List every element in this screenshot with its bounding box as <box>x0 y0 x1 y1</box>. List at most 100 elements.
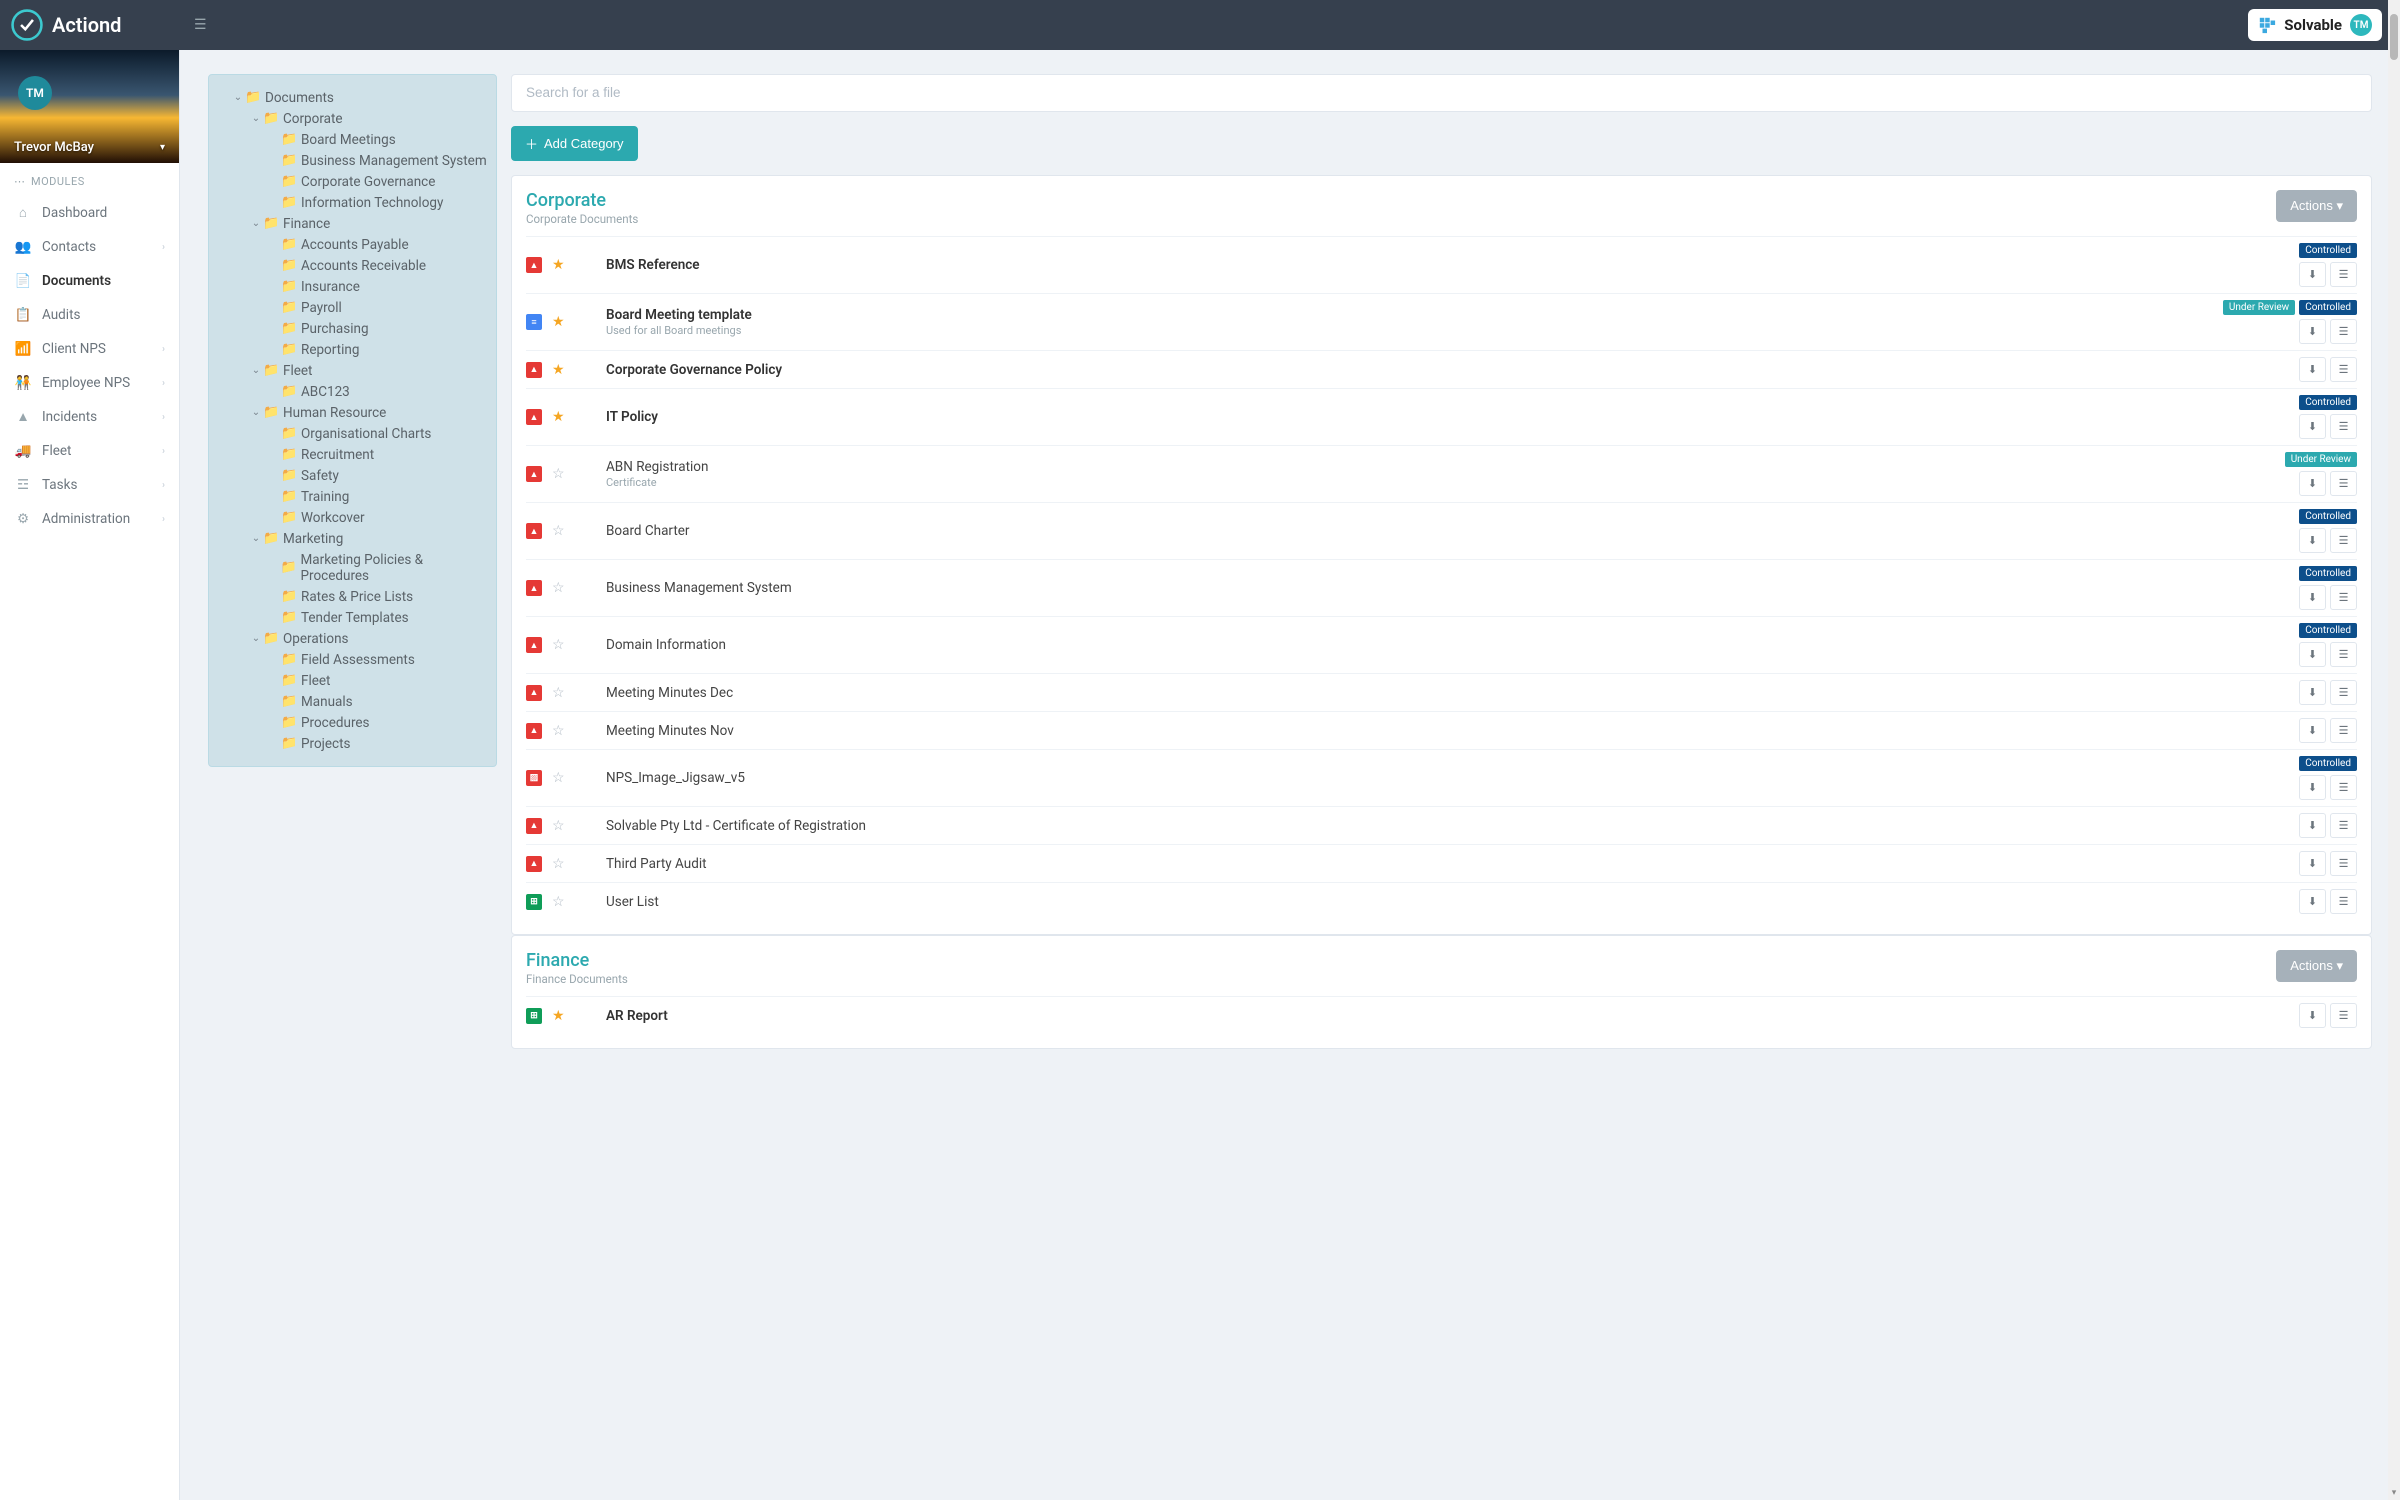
tree-item[interactable]: 📁Manuals <box>213 691 492 712</box>
star-icon[interactable]: ☆ <box>552 894 568 910</box>
tree-item[interactable]: 📁Field Assessments <box>213 649 492 670</box>
download-button[interactable]: ⬇ <box>2299 813 2326 838</box>
star-icon[interactable]: ☆ <box>552 770 568 786</box>
tree-item[interactable]: 📁Corporate Governance <box>213 171 492 192</box>
star-icon[interactable]: ☆ <box>552 523 568 539</box>
download-button[interactable]: ⬇ <box>2299 585 2326 610</box>
doc-name[interactable]: Domain Information <box>606 637 2289 653</box>
tree-item[interactable]: ⌄📁Operations <box>213 628 492 649</box>
doc-name[interactable]: Corporate Governance Policy <box>606 362 2289 378</box>
tree-item[interactable]: ⌄📁Fleet <box>213 360 492 381</box>
doc-name[interactable]: Solvable Pty Ltd - Certificate of Regist… <box>606 818 2289 834</box>
sidebar-item-tasks[interactable]: ☲ Tasks › <box>0 468 179 502</box>
tree-item[interactable]: 📁Business Management System <box>213 150 492 171</box>
details-button[interactable]: ☰ <box>2330 775 2357 800</box>
sidebar-item-fleet[interactable]: 🚚 Fleet › <box>0 434 179 468</box>
sidebar-item-incidents[interactable]: ▲ Incidents › <box>0 400 179 434</box>
details-button[interactable]: ☰ <box>2330 471 2357 496</box>
scrollbar[interactable]: ▾ <box>2388 0 2400 1500</box>
tree-item[interactable]: 📁Training <box>213 486 492 507</box>
sidebar-item-audits[interactable]: 📋 Audits <box>0 298 179 332</box>
doc-name[interactable]: Third Party Audit <box>606 856 2289 872</box>
tree-item[interactable]: 📁Payroll <box>213 297 492 318</box>
doc-name[interactable]: Board Meeting template <box>606 307 2213 323</box>
brand-logo[interactable]: Actiond <box>10 8 180 42</box>
tree-item[interactable]: ⌄📁Marketing <box>213 528 492 549</box>
download-button[interactable]: ⬇ <box>2299 414 2326 439</box>
star-icon[interactable]: ★ <box>552 257 568 273</box>
doc-name[interactable]: IT Policy <box>606 409 2289 425</box>
star-icon[interactable]: ☆ <box>552 637 568 653</box>
details-button[interactable]: ☰ <box>2330 1003 2357 1028</box>
menu-toggle-icon[interactable]: ☰ <box>194 17 207 33</box>
actions-button[interactable]: Actions ▾ <box>2276 190 2357 222</box>
details-button[interactable]: ☰ <box>2330 585 2357 610</box>
tree-item[interactable]: 📁Organisational Charts <box>213 423 492 444</box>
tree-item[interactable]: 📁ABC123 <box>213 381 492 402</box>
download-button[interactable]: ⬇ <box>2299 1003 2326 1028</box>
tree-item[interactable]: 📁Accounts Receivable <box>213 255 492 276</box>
star-icon[interactable]: ★ <box>552 409 568 425</box>
download-button[interactable]: ⬇ <box>2299 775 2326 800</box>
sidebar-item-administration[interactable]: ⚙ Administration › <box>0 502 179 536</box>
sidebar-item-documents[interactable]: 📄 Documents <box>0 264 179 298</box>
star-icon[interactable]: ☆ <box>552 856 568 872</box>
tree-item[interactable]: 📁Projects <box>213 733 492 754</box>
profile-card[interactable]: TM Trevor McBay ▾ <box>0 50 179 163</box>
star-icon[interactable]: ★ <box>552 362 568 378</box>
star-icon[interactable]: ☆ <box>552 723 568 739</box>
tree-item[interactable]: 📁Board Meetings <box>213 129 492 150</box>
sidebar-item-client-nps[interactable]: 📶 Client NPS › <box>0 332 179 366</box>
tree-item[interactable]: 📁Procedures <box>213 712 492 733</box>
doc-name[interactable]: Business Management System <box>606 580 2289 596</box>
star-icon[interactable]: ☆ <box>552 818 568 834</box>
tree-item[interactable]: ⌄📁Corporate <box>213 108 492 129</box>
tree-item[interactable]: ⌄📁Documents <box>213 87 492 108</box>
doc-name[interactable]: ABN Registration <box>606 459 2275 475</box>
doc-name[interactable]: NPS_Image_Jigsaw_v5 <box>606 770 2289 786</box>
tree-item[interactable]: 📁Purchasing <box>213 318 492 339</box>
star-icon[interactable]: ★ <box>552 1008 568 1024</box>
details-button[interactable]: ☰ <box>2330 680 2357 705</box>
category-title[interactable]: Corporate <box>526 190 638 211</box>
download-button[interactable]: ⬇ <box>2299 851 2326 876</box>
download-button[interactable]: ⬇ <box>2299 642 2326 667</box>
tree-item[interactable]: 📁Accounts Payable <box>213 234 492 255</box>
tree-item[interactable]: 📁Information Technology <box>213 192 492 213</box>
tree-item[interactable]: 📁Safety <box>213 465 492 486</box>
download-button[interactable]: ⬇ <box>2299 262 2326 287</box>
partner-badge[interactable]: Solvable TM <box>2248 9 2382 41</box>
sidebar-item-dashboard[interactable]: ⌂ Dashboard <box>0 196 179 230</box>
tree-item[interactable]: ⌄📁Human Resource <box>213 402 492 423</box>
tree-item[interactable]: 📁Workcover <box>213 507 492 528</box>
tree-item[interactable]: 📁Reporting <box>213 339 492 360</box>
search-input[interactable] <box>526 85 2357 100</box>
details-button[interactable]: ☰ <box>2330 642 2357 667</box>
details-button[interactable]: ☰ <box>2330 262 2357 287</box>
download-button[interactable]: ⬇ <box>2299 357 2326 382</box>
doc-name[interactable]: Meeting Minutes Nov <box>606 723 2289 739</box>
tree-item[interactable]: 📁Insurance <box>213 276 492 297</box>
category-title[interactable]: Finance <box>526 950 628 971</box>
download-button[interactable]: ⬇ <box>2299 718 2326 743</box>
doc-name[interactable]: AR Report <box>606 1008 2289 1024</box>
star-icon[interactable]: ☆ <box>552 685 568 701</box>
search-box[interactable] <box>511 74 2372 112</box>
doc-name[interactable]: BMS Reference <box>606 257 2289 273</box>
details-button[interactable]: ☰ <box>2330 851 2357 876</box>
add-category-button[interactable]: ＋ Add Category <box>511 126 638 161</box>
actions-button[interactable]: Actions ▾ <box>2276 950 2357 982</box>
tree-item[interactable]: 📁Fleet <box>213 670 492 691</box>
doc-name[interactable]: Meeting Minutes Dec <box>606 685 2289 701</box>
scroll-down-icon[interactable]: ▾ <box>2390 1488 2398 1498</box>
star-icon[interactable]: ☆ <box>552 466 568 482</box>
details-button[interactable]: ☰ <box>2330 813 2357 838</box>
download-button[interactable]: ⬇ <box>2299 528 2326 553</box>
tree-item[interactable]: 📁Recruitment <box>213 444 492 465</box>
star-icon[interactable]: ☆ <box>552 580 568 596</box>
details-button[interactable]: ☰ <box>2330 889 2357 914</box>
doc-name[interactable]: Board Charter <box>606 523 2289 539</box>
download-button[interactable]: ⬇ <box>2299 471 2326 496</box>
tree-item[interactable]: 📁Marketing Policies & Procedures <box>213 549 492 586</box>
doc-name[interactable]: User List <box>606 894 2289 910</box>
